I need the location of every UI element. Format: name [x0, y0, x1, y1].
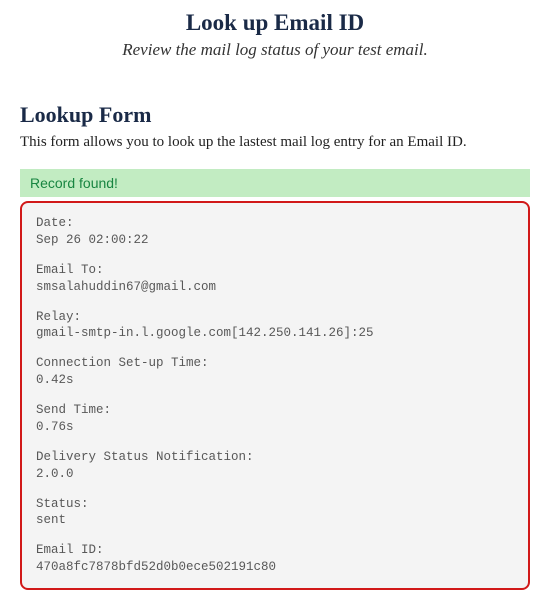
result-field: Send Time:0.76s	[36, 402, 514, 436]
status-bar: Record found!	[20, 169, 530, 197]
result-field-label: Connection Set-up Time:	[36, 355, 514, 372]
content-area: Lookup Form This form allows you to look…	[0, 102, 550, 590]
result-field-label: Email To:	[36, 262, 514, 279]
result-field-label: Relay:	[36, 309, 514, 326]
result-field-label: Send Time:	[36, 402, 514, 419]
result-field-value: 0.76s	[36, 419, 514, 436]
result-field: Delivery Status Notification:2.0.0	[36, 449, 514, 483]
result-field-value: 0.42s	[36, 372, 514, 389]
section-description: This form allows you to look up the last…	[20, 134, 530, 151]
page-title: Look up Email ID	[0, 10, 550, 36]
result-field-label: Delivery Status Notification:	[36, 449, 514, 466]
result-field-value: 470a8fc7878bfd52d0b0ece502191c80	[36, 559, 514, 576]
result-field: Email ID:470a8fc7878bfd52d0b0ece502191c8…	[36, 542, 514, 576]
result-field-value: 2.0.0	[36, 466, 514, 483]
result-field-label: Date:	[36, 215, 514, 232]
result-box: Date:Sep 26 02:00:22 Email To:smsalahuddi…	[20, 201, 530, 590]
result-field-value: sent	[36, 512, 514, 529]
section-title: Lookup Form	[20, 102, 530, 128]
result-field-value: gmail-smtp-in.l.google.com[142.250.141.2…	[36, 325, 514, 342]
result-field-label: Status:	[36, 496, 514, 513]
result-field-value: smsalahuddin67@gmail.com	[36, 279, 514, 296]
result-field: Connection Set-up Time:0.42s	[36, 355, 514, 389]
result-field: Date:Sep 26 02:00:22	[36, 215, 514, 249]
result-field: Relay:gmail-smtp-in.l.google.com[142.250…	[36, 309, 514, 343]
result-field-label: Email ID:	[36, 542, 514, 559]
result-field: Status:sent	[36, 496, 514, 530]
result-field: Email To:smsalahuddin67@gmail.com	[36, 262, 514, 296]
result-field-value: Sep 26 02:00:22	[36, 232, 514, 249]
page-subtitle: Review the mail log status of your test …	[0, 40, 550, 60]
